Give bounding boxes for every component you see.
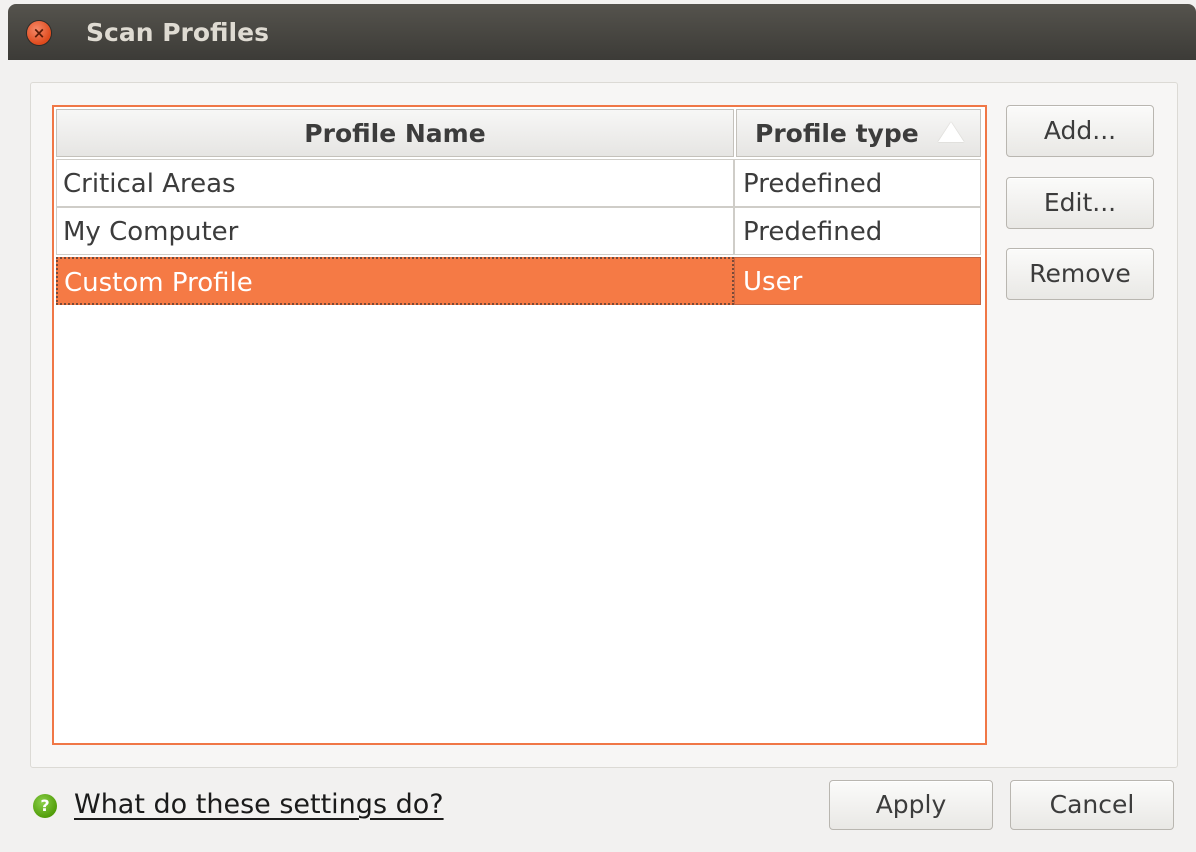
column-header-profile-name[interactable]: Profile Name (56, 109, 734, 157)
profile-name-cell: Critical Areas (56, 159, 734, 207)
table-header: Profile Name Profile type (56, 109, 981, 159)
table-row-selected[interactable]: Custom Profile User (56, 257, 981, 305)
help-link[interactable]: What do these settings do? (74, 788, 444, 822)
remove-button[interactable]: Remove (1006, 248, 1154, 300)
cancel-button[interactable]: Cancel (1010, 780, 1174, 830)
table-row[interactable]: My Computer Predefined (56, 207, 981, 255)
profile-name-cell: My Computer (56, 207, 734, 255)
sort-ascending-icon (938, 122, 964, 142)
close-icon[interactable]: × (27, 21, 51, 45)
window-title: Scan Profiles (86, 18, 269, 47)
title-bar[interactable]: × Scan Profiles (8, 4, 1196, 60)
apply-button[interactable]: Apply (829, 780, 993, 830)
add-button[interactable]: Add... (1006, 105, 1154, 157)
profiles-table[interactable]: Profile Name Profile type Critical Areas… (52, 105, 987, 745)
scan-profiles-window: × Scan Profiles Profile Name Profile typ… (0, 0, 1196, 852)
profile-type-cell: Predefined (734, 207, 981, 255)
table-row[interactable]: Critical Areas Predefined (56, 159, 981, 207)
profile-name-cell: Custom Profile (56, 257, 734, 305)
edit-button[interactable]: Edit... (1006, 177, 1154, 229)
column-header-profile-type-label: Profile type (755, 119, 919, 148)
help-icon: ? (33, 794, 57, 818)
profile-type-cell: User (734, 257, 981, 305)
column-header-profile-type[interactable]: Profile type (736, 109, 981, 157)
profile-type-cell: Predefined (734, 159, 981, 207)
